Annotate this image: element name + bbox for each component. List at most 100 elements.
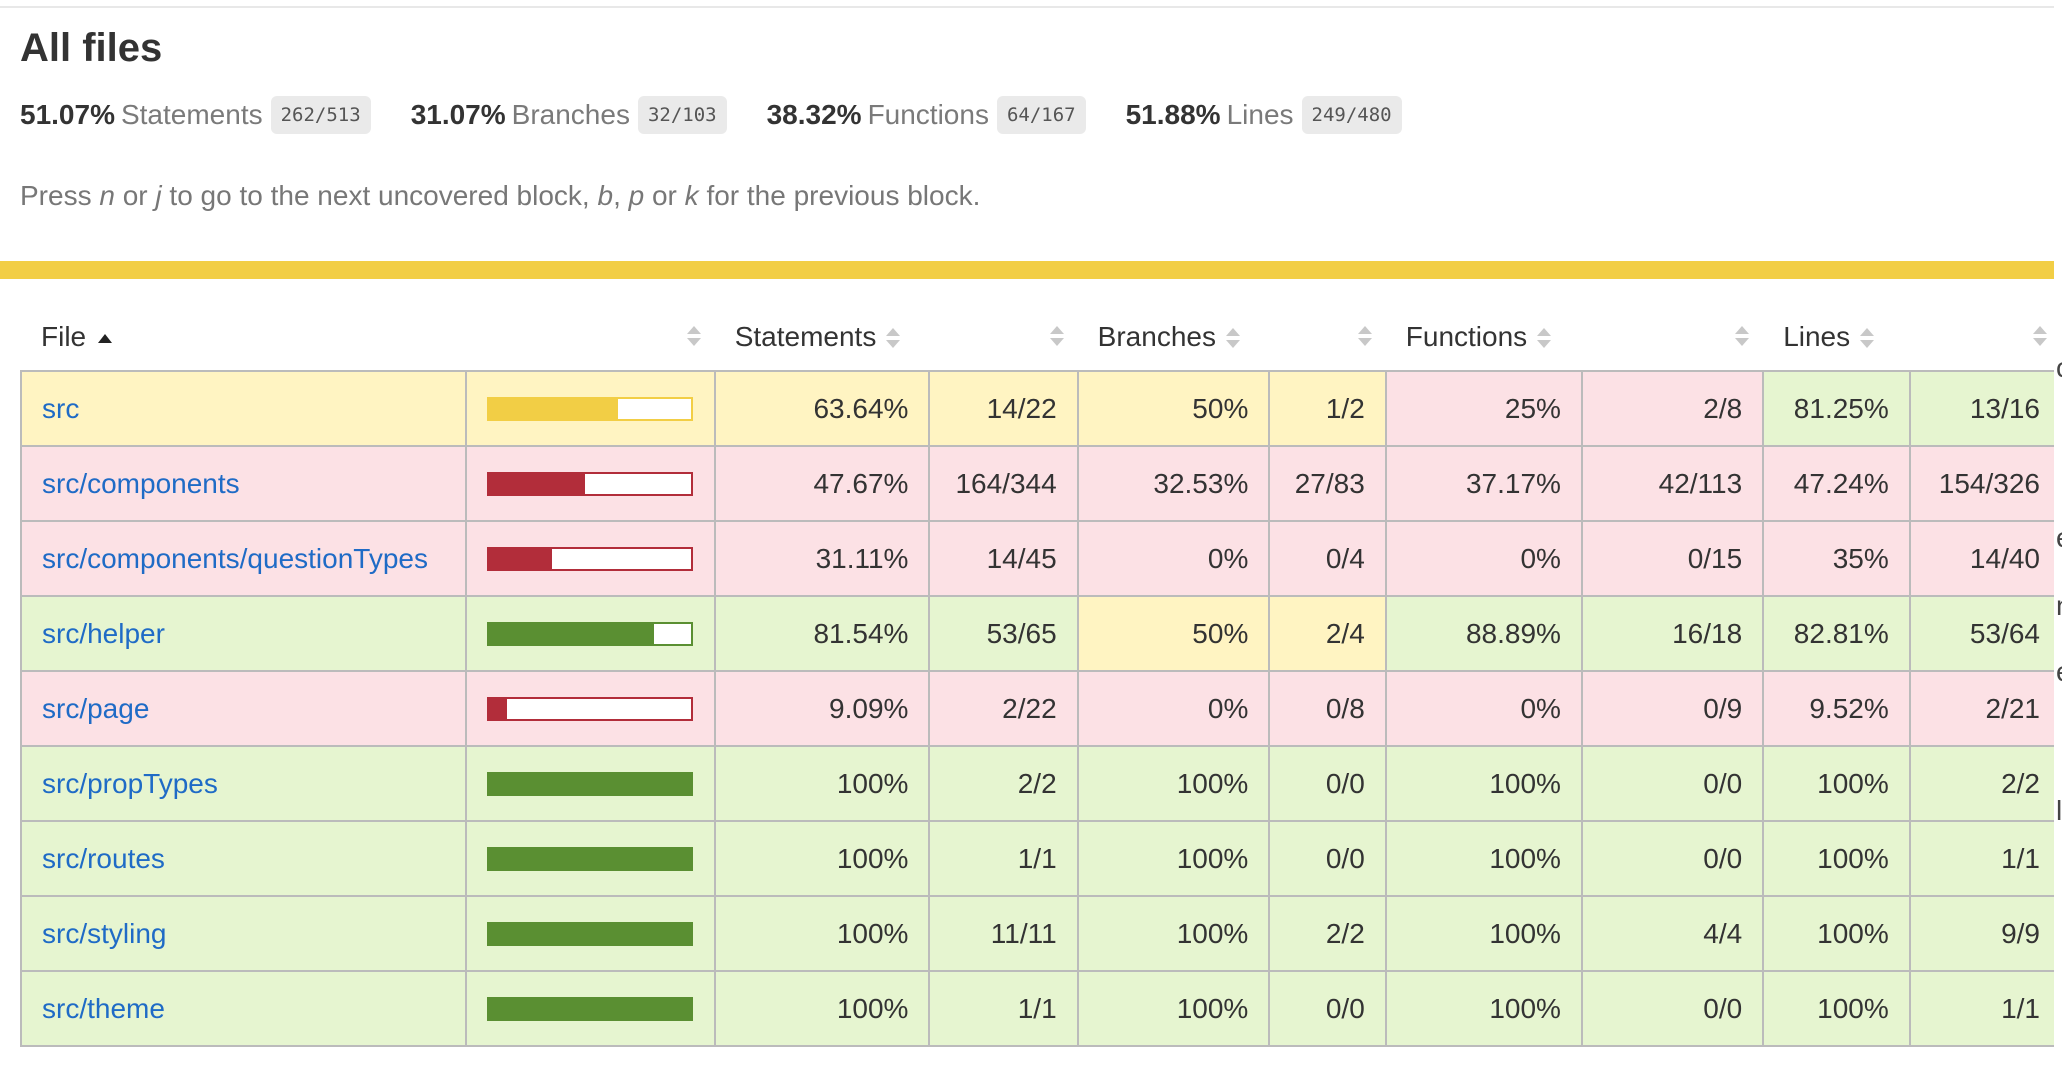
functions-fraction: 0/0 (1580, 970, 1765, 1047)
branches-pct: 50% (1076, 595, 1271, 672)
functions-pct: 37.17% (1384, 445, 1583, 522)
branches-pct: 100% (1076, 820, 1271, 897)
lines-pct: 100% (1762, 970, 1911, 1047)
sort-icon (1225, 327, 1240, 350)
functions-fraction: 16/18 (1580, 595, 1765, 672)
branches-fraction: 0/0 (1268, 820, 1387, 897)
file-link[interactable]: src/routes (42, 843, 165, 874)
clipped-page-edge: c e n e l (2054, 0, 2062, 1068)
file-link[interactable]: src/helper (42, 618, 165, 649)
table-row: src 63.64% 14/22 50% 1/2 25% 2/8 81.25% 13/16 (20, 370, 2062, 447)
statements-pct: 100% (713, 745, 931, 822)
column-header-statements-raw[interactable] (929, 304, 1077, 371)
file-cell: src/helper (20, 595, 467, 672)
sort-icon (1049, 326, 1064, 348)
coverage-bar-cell (464, 895, 716, 972)
functions-pct: 0% (1384, 670, 1583, 747)
summary-lines: 51.88% Lines 249/480 (1126, 96, 1402, 134)
branches-fraction: 0/0 (1268, 970, 1387, 1047)
hint-text: or (114, 180, 156, 211)
lines-fraction: 2/2 (1908, 745, 2062, 822)
statements-fraction: 1/1 (928, 970, 1079, 1047)
hint-key: p (628, 180, 645, 211)
functions-pct: 25% (1384, 370, 1583, 447)
clipped-text: l (2056, 795, 2062, 826)
coverage-bar (486, 621, 693, 646)
column-header-functions[interactable]: Functions (1386, 304, 1582, 371)
coverage-bar-cell (464, 445, 716, 522)
column-header-file-bar[interactable] (466, 304, 715, 371)
hint-key: k (684, 180, 699, 211)
sort-icon (886, 327, 901, 350)
statements-fraction: 2/2 (928, 745, 1079, 822)
hint-text: , (613, 180, 629, 211)
summary-fraction: 262/513 (270, 96, 371, 134)
column-header-branches-raw[interactable] (1269, 304, 1385, 371)
file-link[interactable]: src/theme (42, 993, 165, 1024)
lines-pct: 100% (1762, 895, 1911, 972)
sort-icon (1357, 326, 1372, 348)
file-link[interactable]: src/styling (42, 918, 166, 949)
functions-pct: 0% (1384, 520, 1583, 597)
clipped-text: n (2056, 590, 2062, 622)
file-cell: src/propTypes (20, 745, 467, 822)
table-row: src/propTypes 100% 2/2 100% 0/0 100% 0/0 100% 2/… (20, 745, 2062, 822)
coverage-bar-fill (488, 923, 691, 944)
column-header-file[interactable]: File (21, 304, 466, 371)
summary-pct: 38.32% (766, 99, 862, 130)
statements-fraction: 14/22 (928, 370, 1079, 447)
lines-fraction: 1/1 (1908, 820, 2062, 897)
coverage-bar (486, 996, 693, 1021)
statements-pct: 47.67% (713, 445, 931, 522)
functions-pct: 88.89% (1384, 595, 1583, 672)
hint-text: or (644, 180, 685, 211)
coverage-bar-cell (464, 520, 716, 597)
column-header-statements[interactable]: Statements (715, 304, 930, 371)
file-cell: src/styling (20, 895, 467, 972)
file-cell: src/theme (20, 970, 467, 1047)
file-link[interactable]: src/components (42, 468, 240, 499)
lines-pct: 81.25% (1762, 370, 1911, 447)
coverage-bar (486, 696, 693, 721)
functions-fraction: 0/0 (1580, 820, 1765, 897)
sort-icon (2033, 326, 2047, 348)
file-link[interactable]: src/page (42, 693, 149, 724)
coverage-bar-fill (488, 698, 508, 719)
sort-ascending-icon (98, 334, 113, 344)
functions-pct: 100% (1384, 745, 1583, 822)
sort-icon (686, 326, 701, 348)
branches-pct: 0% (1076, 520, 1271, 597)
statements-fraction: 11/11 (928, 895, 1079, 972)
summary-statements: 51.07% Statements 262/513 (20, 96, 371, 134)
header-label: File (41, 321, 87, 352)
table-row: src/theme 100% 1/1 100% 0/0 100% 0/0 100% 1/1 (20, 970, 2062, 1047)
file-link[interactable]: src/propTypes (42, 768, 218, 799)
hint-text: Press (20, 180, 100, 211)
lines-fraction: 154/326 (1908, 445, 2062, 522)
coverage-summary: 51.07% Statements 262/513 31.07% Branche… (20, 96, 1442, 134)
lines-fraction: 2/21 (1908, 670, 2062, 747)
statements-pct: 100% (713, 970, 931, 1047)
summary-fraction: 32/103 (637, 96, 727, 134)
column-header-lines-raw[interactable] (1910, 304, 2061, 371)
clipped-text: e (2056, 522, 2062, 554)
file-link[interactable]: src (42, 393, 79, 424)
sort-icon (1735, 326, 1750, 348)
file-link[interactable]: src/components/questionTypes (42, 543, 428, 574)
coverage-bar-cell (464, 820, 716, 897)
lines-fraction: 53/64 (1908, 595, 2062, 672)
column-header-functions-raw[interactable] (1582, 304, 1763, 371)
coverage-bar (486, 771, 693, 796)
statements-pct: 9.09% (713, 670, 931, 747)
lines-pct: 9.52% (1762, 670, 1911, 747)
column-header-lines[interactable]: Lines (1763, 304, 1910, 371)
coverage-bar-fill (488, 773, 691, 794)
statements-fraction: 53/65 (928, 595, 1079, 672)
column-header-branches[interactable]: Branches (1078, 304, 1270, 371)
keyboard-hint: Press n or j to go to the next uncovered… (20, 180, 980, 212)
branches-pct: 0% (1076, 670, 1271, 747)
branches-pct: 100% (1076, 970, 1271, 1047)
header-label: Statements (734, 321, 877, 352)
statements-pct: 63.64% (713, 370, 931, 447)
lines-pct: 47.24% (1762, 445, 1911, 522)
